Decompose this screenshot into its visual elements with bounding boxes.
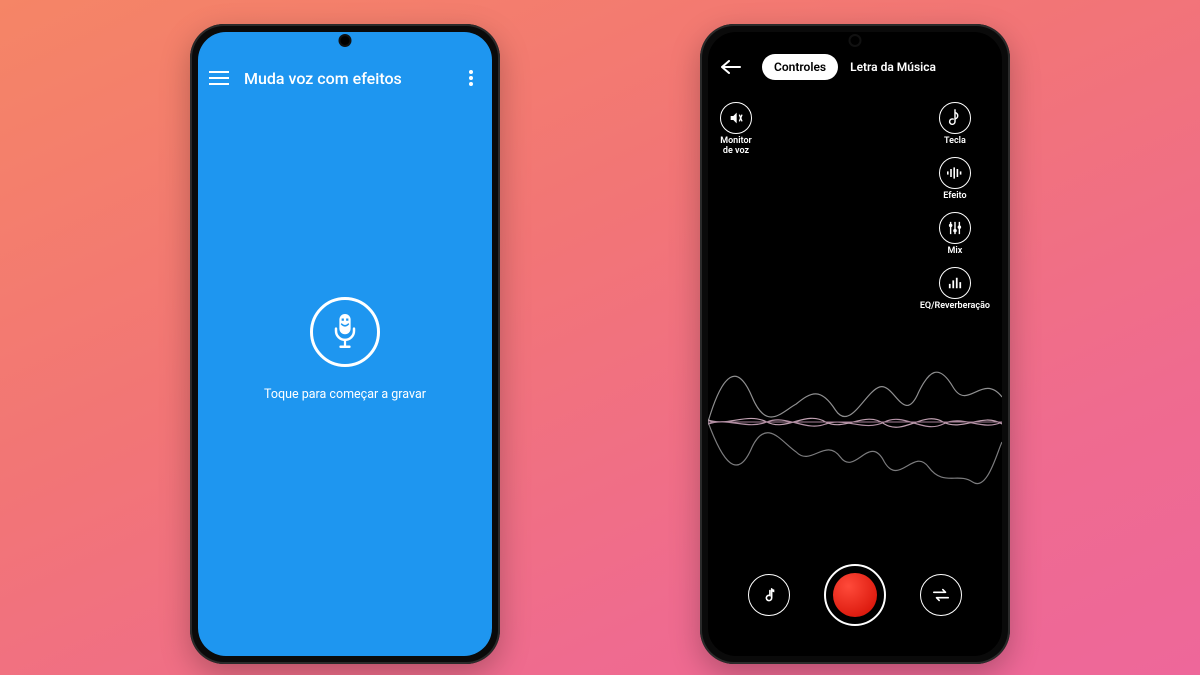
karaoke-app: Controles Letra da Música xyxy=(708,32,1002,656)
tab-lyrics[interactable]: Letra da Música xyxy=(838,54,948,80)
record-icon xyxy=(833,573,877,617)
app-title: Muda voz com efeitos xyxy=(244,69,402,88)
phone-screen-right: Controles Letra da Música xyxy=(708,32,1002,656)
phone-mockup-left: Muda voz com efeitos xyxy=(190,24,500,664)
key-label: Tecla xyxy=(944,137,966,147)
music-button[interactable] xyxy=(748,574,790,616)
app-bar: Muda voz com efeitos xyxy=(198,54,492,102)
voice-monitor-button[interactable]: Monitor de voz xyxy=(720,102,752,157)
mix-label: Mix xyxy=(948,247,963,257)
eq-reverb-label: EQ/Reverberação xyxy=(920,302,990,312)
record-instruction: Toque para começar a gravar xyxy=(264,387,426,402)
mix-button[interactable]: Mix xyxy=(939,212,971,257)
controls-column-left: Monitor de voz xyxy=(720,102,752,167)
tab-segment: Controles Letra da Música xyxy=(750,54,960,80)
swap-button[interactable] xyxy=(920,574,962,616)
eq-reverb-button[interactable]: EQ/Reverberação xyxy=(920,267,990,312)
record-button[interactable] xyxy=(824,564,886,626)
bottom-bar xyxy=(708,564,1002,626)
more-icon[interactable] xyxy=(460,67,482,89)
top-bar: Controles Letra da Música xyxy=(708,54,1002,80)
key-button[interactable]: Tecla xyxy=(939,102,971,147)
promo-canvas: Muda voz com efeitos xyxy=(0,0,1200,675)
phone-camera xyxy=(341,36,350,45)
phone-screen-left: Muda voz com efeitos xyxy=(198,32,492,656)
voice-monitor-label: Monitor de voz xyxy=(720,137,752,157)
tab-controls[interactable]: Controles xyxy=(762,54,838,80)
waveform-visualizer xyxy=(708,332,1002,512)
app-body: Toque para começar a gravar xyxy=(198,102,492,656)
record-mic-button[interactable] xyxy=(310,297,380,367)
menu-icon[interactable] xyxy=(208,67,230,89)
voice-changer-app: Muda voz com efeitos xyxy=(198,32,492,656)
phone-mockup-right: Controles Letra da Música xyxy=(700,24,1010,664)
back-icon[interactable] xyxy=(718,54,744,80)
effect-button[interactable]: Efeito xyxy=(939,157,971,202)
phone-camera xyxy=(851,36,860,45)
controls-column-right: Tecla Efeito xyxy=(920,102,990,322)
effect-label: Efeito xyxy=(943,192,966,202)
